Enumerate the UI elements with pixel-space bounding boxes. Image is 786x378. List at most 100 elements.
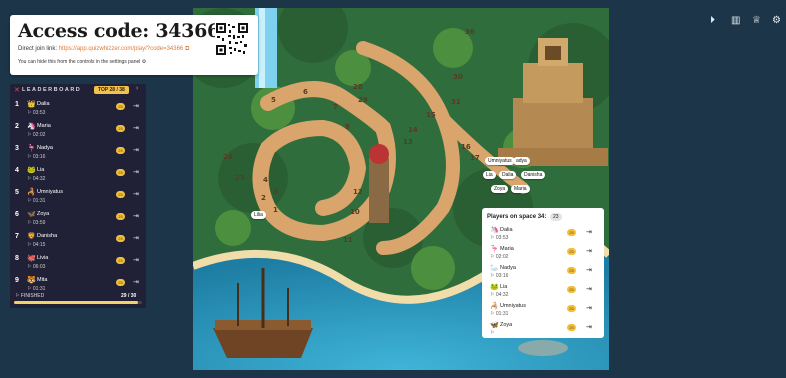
player-name: Maria: [37, 123, 51, 129]
player-time-value: 04:32: [495, 292, 509, 298]
tile-number: 31: [451, 98, 461, 106]
tile-number: 16: [461, 143, 471, 151]
coin-badge: 25: [116, 103, 125, 110]
copy-icon[interactable]: ⧉: [185, 46, 189, 52]
player-time: ⚐ 02:02: [27, 132, 46, 138]
player-name: Lia: [37, 167, 45, 173]
tile-number: 3: [273, 188, 278, 196]
coin-badge: 25: [116, 235, 125, 242]
map-player-tag: Dalia: [499, 171, 517, 179]
leaderboard-title: LEADERBOARD: [22, 87, 82, 93]
finished-status: ⚐ FINISHED: [15, 293, 45, 299]
player-time: ⚐ 02:02: [490, 254, 509, 260]
coin-badge: 25: [116, 279, 125, 286]
settings-icon[interactable]: ⚙: [772, 15, 781, 26]
kick-player-icon[interactable]: ⇥: [133, 278, 139, 286]
map-player-tag: Lia: [483, 171, 496, 179]
rank-number: 9: [15, 277, 19, 284]
kick-player-icon[interactable]: ⇥: [133, 102, 139, 110]
kick-player-icon[interactable]: ⇥: [133, 124, 139, 132]
rank-number: 7: [15, 233, 19, 240]
leaderboard-row: 2 🦄 Maria ⚐ 02:02 25 ⇥: [10, 120, 146, 143]
kick-player-icon[interactable]: ⇥: [133, 234, 139, 242]
hide-hint: You can hide this from the controls in t…: [18, 59, 146, 65]
tile-number: 24: [223, 153, 233, 161]
players-panel-row: 🐸 Lia ⚐ 04:32 25 ⇥: [482, 283, 604, 301]
access-code-card: Access code: 34366 Direct join link: htt…: [10, 15, 258, 75]
leaderboard-row: 4 🐸 Lia ⚐ 04:32 25 ⇥: [10, 164, 146, 187]
kick-player-icon[interactable]: ⇥: [586, 323, 592, 331]
kick-player-icon[interactable]: ⇥: [133, 212, 139, 220]
kick-player-icon[interactable]: ⇥: [586, 228, 592, 236]
finished-count: 29 / 30: [121, 293, 137, 299]
player-time: ⚐ 04:32: [490, 292, 509, 298]
tile-number: 36: [465, 28, 475, 36]
finished-label: FINISHED: [20, 293, 45, 299]
player-time: ⚐ 04:32: [27, 176, 46, 182]
qr-code-icon: [215, 22, 249, 56]
kick-player-icon[interactable]: ⇥: [586, 247, 592, 255]
tile-number: 14: [408, 126, 418, 134]
avatar-icon: 🐯: [27, 277, 36, 284]
map-player-tag: Zoya: [491, 185, 509, 193]
player-time-value: 03:59: [32, 220, 46, 226]
close-icon[interactable]: ✕: [14, 86, 20, 94]
player-time-value: 04:32: [32, 176, 46, 182]
players-panel-row: 🦩 Maria ⚐ 02:02 25 ⇥: [482, 245, 604, 263]
kick-player-icon[interactable]: ⇥: [133, 256, 139, 264]
map-player-tag: Danisha: [521, 171, 546, 179]
chart-icon[interactable]: ▥: [731, 15, 740, 26]
leaderboard-row: 5 🦂 Umniyatus ⚐ 01:31 25 ⇥: [10, 186, 146, 209]
rank-number: 5: [15, 189, 19, 196]
coin-badge: 25: [116, 147, 125, 154]
avatar-icon: 🦋: [27, 211, 36, 218]
leaderboard-row: 8 🐙 Livia ⚐ 06:03 25 ⇥: [10, 252, 146, 275]
kick-player-icon[interactable]: ⇥: [133, 146, 139, 154]
tile-number: 10: [350, 208, 360, 216]
rank-number: 6: [15, 211, 19, 218]
chevron-right-icon[interactable]: ›: [136, 85, 138, 92]
player-time: ⚐ 01:31: [27, 286, 46, 292]
player-name: Zoya: [37, 211, 50, 217]
player-name: Nadya: [500, 265, 516, 271]
rank-number: 4: [15, 167, 19, 174]
play-icon[interactable]: ⏵: [710, 15, 715, 26]
player-name: Nadya: [37, 145, 53, 151]
player-time: ⚐ 06:03: [27, 264, 46, 270]
players-panel-title: Players on space 34:: [487, 214, 547, 220]
join-link-line: Direct join link: https://app.quizwhizze…: [18, 46, 189, 53]
join-link[interactable]: https://app.quizwhizzer.com/play/?code=3…: [59, 46, 184, 52]
player-time: ⚐: [490, 330, 495, 336]
avatar-icon: 🦩: [490, 246, 499, 253]
players-panel-row: 🦄 Dalia ⚐ 03:53 25 ⇥: [482, 226, 604, 244]
coin-badge: 25: [567, 305, 576, 312]
avatar-icon: 🦋: [490, 322, 499, 329]
kick-player-icon[interactable]: ⇥: [586, 266, 592, 274]
player-name: Mita: [37, 277, 48, 283]
trophy-icon[interactable]: ♕: [752, 15, 761, 26]
avatar-icon: 🐸: [27, 167, 36, 174]
rank-number: 1: [15, 101, 19, 108]
player-time: ⚐ 03:16: [490, 273, 509, 279]
player-name: Lia: [500, 284, 508, 290]
tile-number: 2: [261, 194, 266, 202]
kick-player-icon[interactable]: ⇥: [133, 190, 139, 198]
player-time-value: 03:53: [495, 235, 509, 241]
kick-player-icon[interactable]: ⇥: [586, 285, 592, 293]
map-player-tag: adya: [513, 157, 530, 165]
kick-player-icon[interactable]: ⇥: [586, 304, 592, 312]
tile-number: 4: [263, 176, 268, 184]
kick-player-icon[interactable]: ⇥: [133, 168, 139, 176]
tile-number: 17: [470, 154, 480, 162]
player-time-value: 03:53: [32, 110, 46, 116]
join-link-label: Direct join link:: [18, 46, 58, 52]
player-time: ⚐ 01:31: [490, 311, 509, 317]
player-name: Dalia: [37, 101, 50, 107]
tile-number: 7: [333, 103, 338, 111]
tile-number: 23: [235, 174, 245, 182]
tile-number: 12: [353, 188, 363, 196]
top-filter-badge[interactable]: TOP 28 / 38: [94, 86, 129, 94]
tile-number: 8: [345, 123, 350, 131]
player-time-value: 01:31: [495, 311, 509, 317]
player-time-value: 02:02: [32, 132, 46, 138]
